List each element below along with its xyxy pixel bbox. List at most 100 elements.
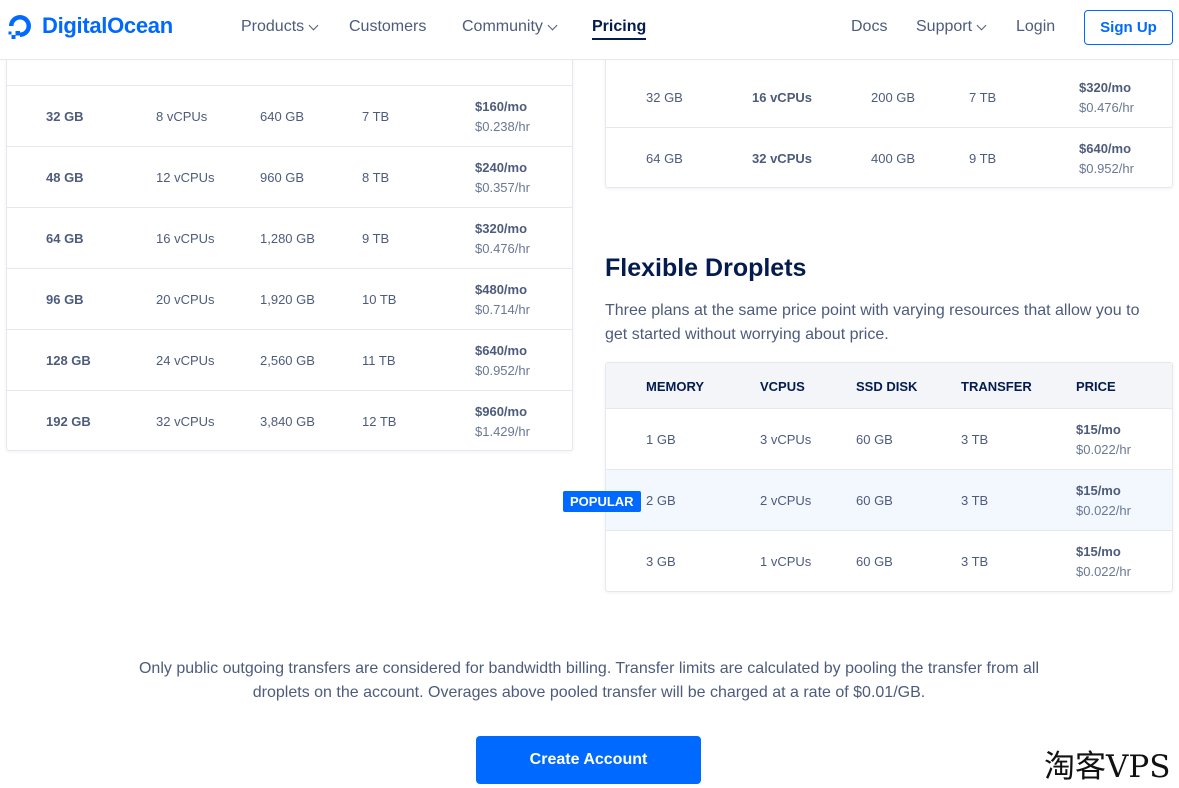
memory-cell: 3 GB <box>646 554 676 569</box>
price-hourly: $0.952/hr <box>1079 161 1134 176</box>
price-cell: $15/mo $0.022/hr <box>1076 542 1131 582</box>
price-hourly: $0.476/hr <box>1079 100 1134 115</box>
price-monthly: $240/mo <box>475 160 528 175</box>
header-ssd: SSD DISK <box>856 379 918 394</box>
table-row: 32 GB 8 vCPUs 640 GB 7 TB $160/mo $0.238… <box>7 86 572 147</box>
chevron-down-icon <box>308 20 319 30</box>
header-memory: MEMORY <box>646 379 705 394</box>
transfer-cell: 8 TB <box>362 170 390 185</box>
nav-community[interactable]: Community <box>462 18 558 36</box>
price-monthly: $15/mo <box>1076 422 1121 437</box>
price-monthly: $960/mo <box>475 404 528 419</box>
nav-pricing[interactable]: Pricing <box>592 18 647 40</box>
transfer-cell: 3 TB <box>961 554 989 569</box>
transfer-cell: 3 TB <box>961 432 989 447</box>
chevron-down-icon <box>547 20 558 30</box>
price-cell: $960/mo $1.429/hr <box>475 402 530 442</box>
vcpus-cell: 2 vCPUs <box>760 493 812 508</box>
digitalocean-logo[interactable]: DigitalOcean <box>6 10 173 42</box>
price-hourly: $0.022/hr <box>1076 503 1131 518</box>
ssd-cell: 200 GB <box>871 90 916 105</box>
vcpus-cell: 8 vCPUs <box>156 109 208 124</box>
memory-cell: 96 GB <box>46 292 84 307</box>
price-monthly: $640/mo <box>1079 141 1132 156</box>
price-cell: $640/mo $0.952/hr <box>1079 139 1134 179</box>
memory-cell: 32 GB <box>46 109 84 124</box>
table-row: 64 GB 16 vCPUs 1,280 GB 9 TB $320/mo $0.… <box>7 208 572 269</box>
nav-support[interactable]: Support <box>916 18 987 36</box>
table-row: 32 GB 16 vCPUs 200 GB 7 TB $320/mo $0.47… <box>606 67 1172 128</box>
header-transfer: TRANSFER <box>961 379 1032 394</box>
vcpus-cell: 12 vCPUs <box>156 170 215 185</box>
memory-cell: 64 GB <box>646 151 683 166</box>
transfer-cell: 3 TB <box>961 493 989 508</box>
memory-cell: 2 GB <box>646 493 676 508</box>
table-row: 1 GB 3 vCPUs 60 GB 3 TB $15/mo $0.022/hr <box>606 409 1172 470</box>
vcpus-cell: 24 vCPUs <box>156 353 215 368</box>
price-monthly: $320/mo <box>475 221 528 236</box>
price-hourly: $0.357/hr <box>475 180 530 195</box>
memory-cell: 32 GB <box>646 90 683 105</box>
memory-cell: 1 GB <box>646 432 676 447</box>
price-hourly: $0.476/hr <box>475 241 530 256</box>
memory-cell: 128 GB <box>46 353 91 368</box>
vcpus-cell: 32 vCPUs <box>156 414 215 429</box>
price-monthly: $160/mo <box>475 99 528 114</box>
vcpus-cell: 1 vCPUs <box>760 554 812 569</box>
price-hourly: $0.952/hr <box>475 363 530 378</box>
transfer-cell: 9 TB <box>969 151 997 166</box>
price-hourly: $0.022/hr <box>1076 442 1131 457</box>
price-cell: $15/mo $0.022/hr <box>1076 481 1131 521</box>
price-hourly: $0.714/hr <box>475 302 530 317</box>
memory-cell: 64 GB <box>46 231 84 246</box>
nav-docs[interactable]: Docs <box>851 18 887 36</box>
brand-name: DigitalOcean <box>42 13 173 38</box>
nav-login[interactable]: Login <box>1016 18 1055 36</box>
transfer-cell: 7 TB <box>362 109 390 124</box>
nav-customers-label: Customers <box>349 18 427 35</box>
price-hourly: $0.022/hr <box>1076 564 1131 579</box>
bandwidth-footnote: Only public outgoing transfers are consi… <box>138 660 1039 701</box>
transfer-cell: 11 TB <box>362 353 396 368</box>
price-cell: $640/mo $0.952/hr <box>475 341 530 381</box>
ssd-cell: 400 GB <box>871 151 916 166</box>
nav-customers[interactable]: Customers <box>349 18 426 36</box>
chevron-down-icon <box>976 20 987 30</box>
nav-pricing-label: Pricing <box>592 18 647 35</box>
nav-products-label: Products <box>241 18 305 35</box>
ssd-cell: 60 GB <box>856 493 893 508</box>
ssd-cell: 60 GB <box>856 432 893 447</box>
price-monthly: $15/mo <box>1076 544 1121 559</box>
watermark: 淘客VPS <box>1044 749 1171 785</box>
vcpus-cell: 20 vCPUs <box>156 292 215 307</box>
price-hourly: $1.429/hr <box>475 424 530 439</box>
ssd-cell: 1,920 GB <box>260 292 315 307</box>
price-monthly: $15/mo <box>1076 483 1121 498</box>
section-description: Three plans at the same price point with… <box>605 302 1140 343</box>
nav-community-label: Community <box>462 18 543 35</box>
table-row: 96 GB 20 vCPUs 1,920 GB 10 TB $480/mo $0… <box>7 269 572 330</box>
nav-products[interactable]: Products <box>241 18 319 36</box>
transfer-cell: 12 TB <box>362 414 397 429</box>
vcpus-cell: 16 vCPUs <box>752 90 812 105</box>
vcpus-cell: 16 vCPUs <box>156 231 215 246</box>
create-account-button[interactable]: Create Account <box>476 736 701 784</box>
table-row: 48 GB 12 vCPUs 960 GB 8 TB $240/mo $0.35… <box>7 147 572 208</box>
table-header: MEMORY VCPUS SSD DISK TRANSFER PRICE <box>606 363 1172 409</box>
transfer-cell: 9 TB <box>362 231 390 246</box>
memory-cell: 48 GB <box>46 170 84 185</box>
price-cell: $320/mo $0.476/hr <box>1079 78 1134 118</box>
popular-badge: POPULAR <box>563 491 641 512</box>
header-price: PRICE <box>1076 379 1116 394</box>
signup-button[interactable]: Sign Up <box>1084 10 1173 45</box>
price-cell: $15/mo $0.022/hr <box>1076 420 1131 460</box>
price-cell: $480/mo $0.714/hr <box>475 280 530 320</box>
transfer-cell: 10 TB <box>362 292 397 307</box>
nav-login-label: Login <box>1016 18 1056 35</box>
ssd-cell: 1,280 GB <box>260 231 315 246</box>
ssd-cell: 3,840 GB <box>260 414 315 429</box>
price-cell: $240/mo $0.357/hr <box>475 158 530 198</box>
memory-cell: 192 GB <box>46 414 91 429</box>
header-vcpus: VCPUS <box>760 379 805 394</box>
table-row: 3 GB 1 vCPUs 60 GB 3 TB $15/mo $0.022/hr <box>606 531 1172 591</box>
